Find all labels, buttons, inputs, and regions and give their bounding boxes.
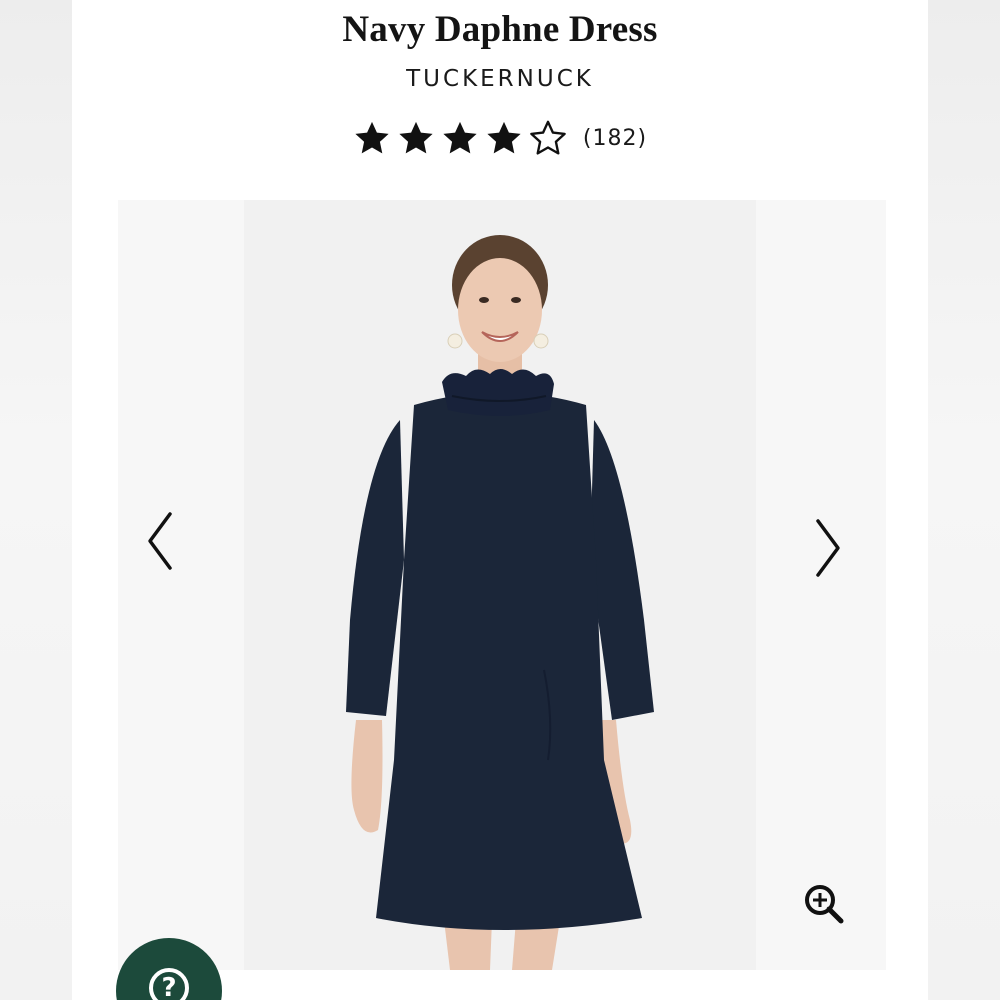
star-filled-icon: [487, 121, 521, 154]
zoom-in-icon[interactable]: [802, 882, 846, 926]
star-outline-icon: [530, 120, 566, 155]
product-brand: TUCKERNUCK: [406, 66, 594, 92]
product-page: Navy Daphne Dress TUCKERNUCK (182): [72, 0, 928, 1000]
review-count[interactable]: (182): [583, 126, 647, 151]
chevron-left-icon[interactable]: [140, 506, 180, 576]
star-filled-icon: [399, 121, 433, 154]
product-photo[interactable]: [244, 200, 756, 970]
product-image-gallery: [118, 200, 886, 970]
star-filled-icon: [355, 121, 389, 154]
question-mark-icon: ?: [149, 968, 189, 1000]
chevron-right-icon[interactable]: [808, 513, 848, 583]
product-title: Navy Daphne Dress: [342, 9, 658, 50]
star-filled-icon: [443, 121, 477, 154]
model-in-navy-dress-image: [244, 200, 756, 970]
star-rating[interactable]: (182): [72, 116, 928, 160]
